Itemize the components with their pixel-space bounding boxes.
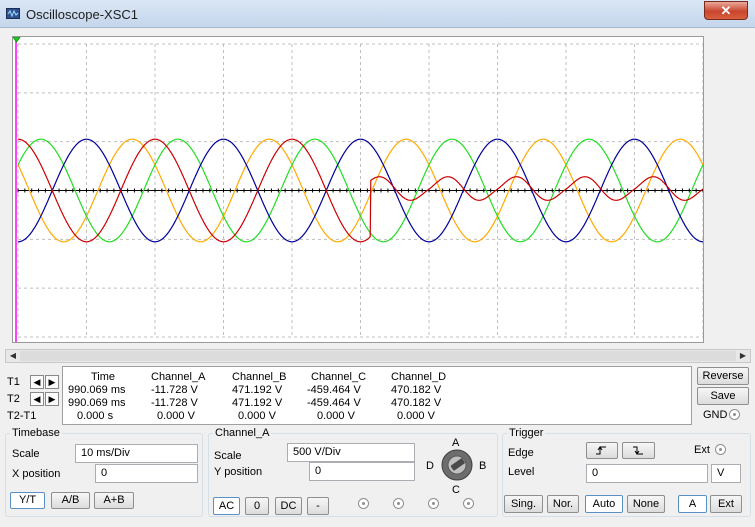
- probe-terminal-d[interactable]: [463, 498, 474, 509]
- y-position-label: Y position: [214, 466, 263, 478]
- coupling-dc-button[interactable]: DC: [275, 497, 302, 515]
- trigger-title: Trigger: [509, 427, 544, 439]
- save-button[interactable]: Save: [697, 387, 749, 405]
- delta-time: 0.000 s: [77, 410, 114, 422]
- header-time: Time: [91, 371, 116, 383]
- window-title: Oscilloscope-XSC1: [26, 7, 138, 22]
- t2-left-arrow-icon[interactable]: ◀: [30, 392, 44, 406]
- timebase-title: Timebase: [12, 427, 60, 439]
- t2-right-arrow-icon[interactable]: ▶: [45, 392, 59, 406]
- header-channel-d: Channel_D: [391, 371, 447, 383]
- y-position-field[interactable]: 0: [309, 462, 415, 481]
- mode-yt-button[interactable]: Y/T: [10, 492, 45, 509]
- delta-channel-a: 0.000 V: [157, 410, 195, 422]
- close-button[interactable]: ✕: [704, 1, 748, 20]
- waveform-plot: [13, 37, 703, 342]
- level-field[interactable]: 0: [586, 464, 708, 483]
- coupling-minus-button[interactable]: -: [307, 497, 329, 515]
- title-bar: Oscilloscope-XSC1 ✕: [0, 0, 755, 28]
- header-channel-b: Channel_B: [232, 371, 287, 383]
- selector-b-label: B: [479, 460, 487, 472]
- t2-t1-label: T2-T1: [7, 410, 37, 422]
- channel-title: Channel_A: [215, 427, 270, 439]
- selector-d-label: D: [426, 460, 434, 472]
- t2-channel-d: 470.182 V: [391, 397, 442, 409]
- x-position-label: X position: [12, 468, 61, 480]
- mode-ab-button[interactable]: A/B: [51, 492, 90, 509]
- cursor-t1-marker-icon: [13, 37, 21, 43]
- t1-channel-a: -11.728 V: [151, 384, 198, 396]
- t2-channel-c: -459.464 V: [307, 397, 361, 409]
- t1-channel-c: -459.464 V: [307, 384, 361, 396]
- timebase-scale-field[interactable]: 10 ms/Div: [75, 444, 198, 463]
- delta-channel-b: 0.000 V: [238, 410, 276, 422]
- cursor-panel: T1 ◀ ▶ T2 ◀ ▶ T2-T1 Time Channel_A Chann…: [5, 366, 693, 425]
- trigger-auto-button[interactable]: Auto: [585, 495, 623, 513]
- rising-edge-icon: [596, 446, 606, 455]
- trigger-none-button[interactable]: None: [627, 495, 665, 513]
- oscilloscope-icon: [6, 8, 20, 19]
- trigger-source-ext-button[interactable]: Ext: [710, 495, 742, 513]
- coupling-zero-button[interactable]: 0: [245, 497, 269, 515]
- delta-channel-d: 0.000 V: [397, 410, 435, 422]
- t2-channel-a: -11.728 V: [151, 397, 198, 409]
- oscilloscope-display: [12, 36, 704, 343]
- timebase-scale-label: Scale: [12, 448, 40, 460]
- cursor-readout: Time Channel_A Channel_B Channel_C Chann…: [62, 366, 692, 425]
- t2-label: T2: [7, 393, 20, 405]
- gnd-label: GND: [703, 409, 728, 421]
- scroll-right-icon[interactable]: ▶: [736, 350, 750, 362]
- channel-scale-label: Scale: [214, 450, 242, 462]
- t1-time: 990.069 ms: [68, 384, 126, 396]
- trigger-single-button[interactable]: Sing.: [504, 495, 543, 513]
- level-unit-field[interactable]: V: [711, 464, 741, 483]
- probe-terminal-c[interactable]: [428, 498, 439, 509]
- channel-selector-knob-icon[interactable]: [440, 448, 474, 482]
- x-position-field[interactable]: 0: [95, 464, 198, 483]
- coupling-ac-button[interactable]: AC: [213, 497, 240, 515]
- channel-scale-field[interactable]: 500 V/Div: [287, 443, 415, 462]
- header-channel-c: Channel_C: [311, 371, 367, 383]
- scroll-thumb[interactable]: [20, 351, 736, 361]
- horizontal-scrollbar[interactable]: ◀ ▶: [5, 349, 751, 363]
- probe-terminal-b[interactable]: [393, 498, 404, 509]
- t2-channel-b: 471.192 V: [232, 397, 283, 409]
- falling-edge-icon: [633, 446, 643, 455]
- trigger-normal-button[interactable]: Nor.: [547, 495, 579, 513]
- t1-label: T1: [7, 376, 20, 388]
- t2-time: 990.069 ms: [68, 397, 126, 409]
- reverse-button[interactable]: Reverse: [697, 367, 749, 385]
- edge-label: Edge: [508, 447, 534, 459]
- edge-falling-button[interactable]: [622, 442, 655, 459]
- close-icon: ✕: [720, 3, 732, 18]
- ext-trigger-terminal[interactable]: [715, 444, 726, 455]
- header-channel-a: Channel_A: [151, 371, 206, 383]
- delta-channel-c: 0.000 V: [317, 410, 355, 422]
- t1-left-arrow-icon[interactable]: ◀: [30, 375, 44, 389]
- scroll-left-icon[interactable]: ◀: [6, 350, 20, 362]
- level-label: Level: [508, 466, 535, 478]
- edge-rising-button[interactable]: [586, 442, 618, 459]
- selector-c-label: C: [452, 484, 460, 496]
- mode-a-plus-b-button[interactable]: A+B: [94, 492, 134, 509]
- gnd-terminal[interactable]: [729, 409, 740, 420]
- t1-channel-d: 470.182 V: [391, 384, 442, 396]
- probe-terminal-a[interactable]: [358, 498, 369, 509]
- t1-right-arrow-icon[interactable]: ▶: [45, 375, 59, 389]
- trigger-source-a-button[interactable]: A: [678, 495, 707, 513]
- ext-trigger-label: Ext: [694, 444, 710, 456]
- t1-channel-b: 471.192 V: [232, 384, 283, 396]
